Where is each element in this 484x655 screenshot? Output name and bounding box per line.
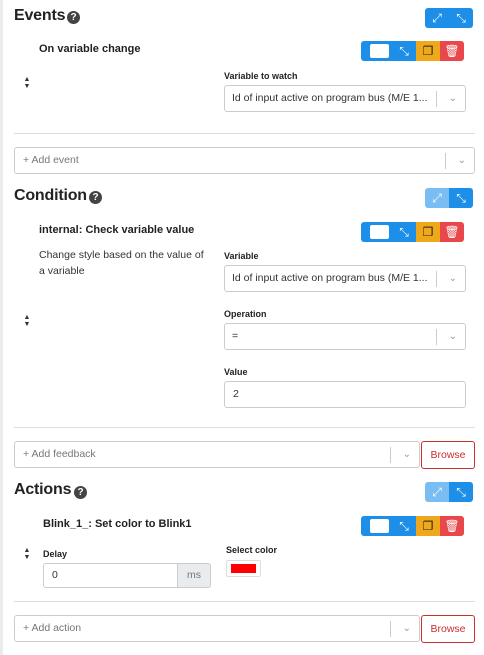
delay-input[interactable]: 0 [43, 563, 178, 588]
select-separator [390, 621, 391, 637]
value-input[interactable]: 2 [224, 381, 466, 408]
condition-description: Change style based on the value of a var… [39, 249, 204, 277]
chevron-down-icon: ⌄ [402, 623, 411, 634]
actions-help-icon[interactable]: ? [74, 486, 87, 499]
action-item-controls: ⤡ ❐ 🗑 [361, 516, 464, 536]
event-item-controls: ⤡ ❐ 🗑 [361, 41, 464, 61]
left-rule [0, 0, 3, 655]
condition-item-controls: ⤡ ❐ 🗑 [361, 222, 464, 242]
select-color-label: Select color [226, 545, 278, 555]
browse-feedback-button[interactable]: Browse [421, 441, 475, 469]
event-delete-icon[interactable]: 🗑 [440, 41, 464, 61]
condition-help-icon[interactable]: ? [89, 191, 102, 204]
delay-unit-addon: ms [178, 563, 211, 588]
color-chip [231, 564, 256, 573]
chevron-down-icon: ⌄ [457, 155, 466, 166]
event-sort-handle-icon[interactable]: ▲ ▼ [22, 76, 32, 90]
collapse-all-icon[interactable]: ⤡ [449, 188, 473, 208]
chevron-down-icon: ⌄ [402, 449, 411, 460]
condition-sort-handle-icon[interactable]: ▲ ▼ [22, 314, 32, 328]
condition-delete-icon[interactable]: 🗑 [440, 222, 464, 242]
operation-select[interactable]: = ⌄ [224, 323, 466, 350]
divider [14, 601, 475, 602]
action-duplicate-icon[interactable]: ❐ [416, 516, 440, 536]
operation-value: = [232, 330, 239, 342]
variable-to-watch-label: Variable to watch [224, 71, 298, 81]
select-separator [445, 153, 446, 169]
condition-expand-collapse: ⤢ ⤡ [425, 188, 473, 208]
action-delete-icon[interactable]: 🗑 [440, 516, 464, 536]
add-action-placeholder: + Add action [23, 622, 82, 634]
variable-select[interactable]: Id of input active on program bus (M/E 1… [224, 265, 466, 292]
add-action-select[interactable]: + Add action ⌄ [14, 615, 420, 642]
action-enable-toggle[interactable] [361, 516, 392, 536]
event-collapse-icon[interactable]: ⤡ [392, 41, 416, 61]
select-separator [436, 329, 437, 345]
chevron-down-icon: ⌄ [448, 331, 457, 342]
operation-label: Operation [224, 309, 267, 319]
condition-enable-toggle[interactable] [361, 222, 392, 242]
variable-label: Variable [224, 251, 259, 261]
color-picker-swatch[interactable] [226, 560, 261, 577]
condition-duplicate-icon[interactable]: ❐ [416, 222, 440, 242]
action-sort-handle-icon[interactable]: ▲ ▼ [22, 547, 32, 561]
action-item-title: Blink_1_: Set color to Blink1 [43, 518, 192, 530]
events-help-icon[interactable]: ? [67, 11, 80, 24]
select-separator [390, 447, 391, 463]
expand-all-icon[interactable]: ⤢ [425, 482, 449, 502]
event-enable-toggle[interactable] [361, 41, 392, 61]
condition-item-title: internal: Check variable value [39, 224, 195, 236]
collapse-all-icon[interactable]: ⤡ [449, 8, 473, 28]
expand-all-icon[interactable]: ⤢ [425, 188, 449, 208]
event-duplicate-icon[interactable]: ❐ [416, 41, 440, 61]
add-event-select[interactable]: + Add event ⌄ [14, 147, 475, 174]
divider [14, 427, 475, 428]
action-collapse-icon[interactable]: ⤡ [392, 516, 416, 536]
collapse-all-icon[interactable]: ⤡ [449, 482, 473, 502]
chevron-down-icon: ⌄ [448, 93, 457, 104]
actions-expand-collapse: ⤢ ⤡ [425, 482, 473, 502]
actions-title: Actions [14, 481, 72, 498]
variable-value: Id of input active on program bus (M/E 1… [232, 272, 428, 284]
select-separator [436, 271, 437, 287]
events-title: Events [14, 7, 66, 24]
divider [14, 133, 475, 134]
expand-all-icon[interactable]: ⤢ [425, 8, 449, 28]
add-feedback-select[interactable]: + Add feedback ⌄ [14, 441, 420, 468]
add-event-placeholder: + Add event [23, 154, 79, 166]
delay-label: Delay [43, 549, 68, 559]
chevron-down-icon: ⌄ [448, 273, 457, 284]
variable-to-watch-value: Id of input active on program bus (M/E 1… [232, 92, 428, 104]
value-label: Value [224, 367, 248, 377]
events-expand-collapse: ⤢ ⤡ [425, 8, 473, 28]
condition-collapse-icon[interactable]: ⤡ [392, 222, 416, 242]
select-separator [436, 91, 437, 107]
event-item-title: On variable change [39, 43, 141, 55]
browse-action-button[interactable]: Browse [421, 615, 475, 643]
variable-to-watch-select[interactable]: Id of input active on program bus (M/E 1… [224, 85, 466, 112]
condition-title: Condition [14, 187, 87, 204]
add-feedback-placeholder: + Add feedback [23, 448, 96, 460]
